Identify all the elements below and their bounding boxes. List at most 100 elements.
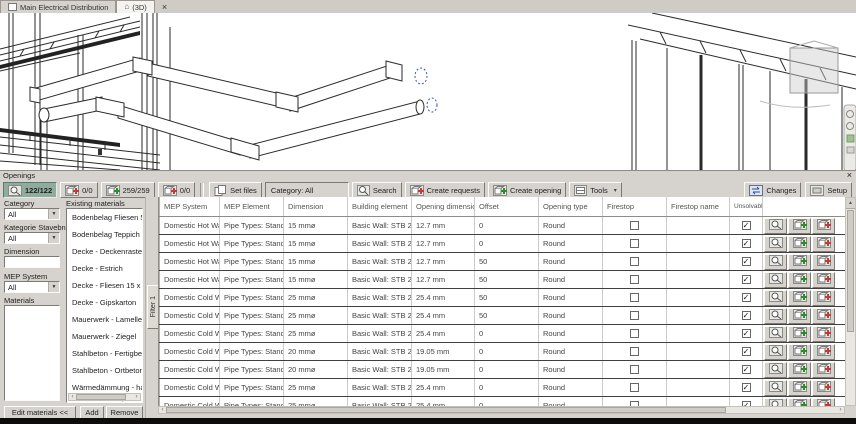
- firestop-checkbox[interactable]: [630, 257, 639, 266]
- scrollbar-thumb[interactable]: [166, 407, 726, 413]
- tab-main-electrical-distribution[interactable]: Main Electrical Distribution: [0, 0, 116, 13]
- material-list-item[interactable]: Stahlbeton - Ortbeton: [67, 362, 142, 379]
- firestop-checkbox[interactable]: [630, 311, 639, 320]
- create-requests-button[interactable]: Create requests: [405, 182, 485, 198]
- table-row[interactable]: Domestic Hot WaterPipe Types: Standard15…: [159, 235, 846, 253]
- zoom-to-opening-button[interactable]: [764, 218, 787, 234]
- zoom-to-opening-button[interactable]: [764, 236, 787, 252]
- create-request-row-button[interactable]: [812, 380, 835, 396]
- material-list-item[interactable]: Bodenbelag Fliesen 50 x 5: [67, 209, 142, 226]
- create-opening-row-button[interactable]: [788, 362, 811, 378]
- tab-close-icon[interactable]: ×: [159, 1, 170, 13]
- create-opening-row-button[interactable]: [788, 308, 811, 324]
- zoom-to-opening-button[interactable]: [764, 362, 787, 378]
- table-row[interactable]: Domestic Cold WatePipe Types: Standard25…: [159, 307, 846, 325]
- unsolvable-checkbox[interactable]: ✓: [742, 275, 751, 284]
- create-request-row-button[interactable]: [812, 308, 835, 324]
- create-opening-row-button[interactable]: [788, 344, 811, 360]
- column-header[interactable]: Opening dimensions: [412, 197, 475, 216]
- column-header[interactable]: Opening type: [539, 197, 603, 216]
- scroll-up-icon[interactable]: ▲: [846, 198, 855, 209]
- firestop-checkbox[interactable]: [630, 275, 639, 284]
- tools-button[interactable]: Tools ▾: [569, 182, 622, 198]
- scroll-right-icon[interactable]: ›: [133, 394, 140, 400]
- table-row[interactable]: Domestic Cold WatePipe Types: Standard25…: [159, 289, 846, 307]
- unsolvable-checkbox[interactable]: ✓: [742, 221, 751, 230]
- create-request-row-button[interactable]: [812, 398, 835, 407]
- zoom-to-opening-button[interactable]: [764, 398, 787, 407]
- create-request-row-button[interactable]: [812, 218, 835, 234]
- firestop-checkbox[interactable]: [630, 383, 639, 392]
- firestop-checkbox[interactable]: [630, 293, 639, 302]
- unsolvable-checkbox[interactable]: ✓: [742, 365, 751, 374]
- material-list-item[interactable]: Bodenbelag Teppich: [67, 226, 142, 243]
- material-list-item[interactable]: Decke - Deckenraster: [67, 243, 142, 260]
- zoom-to-opening-button[interactable]: [764, 344, 787, 360]
- material-list-item[interactable]: Decke - Gipskarton: [67, 294, 142, 311]
- kategorie-select[interactable]: All▼: [4, 232, 60, 244]
- unsolvable-checkbox[interactable]: ✓: [742, 239, 751, 248]
- category-select[interactable]: All▼: [4, 208, 60, 220]
- table-vertical-scrollbar[interactable]: ▲: [845, 197, 856, 406]
- zoom-to-opening-button[interactable]: [764, 326, 787, 342]
- firestop-checkbox[interactable]: [630, 221, 639, 230]
- 3d-viewport[interactable]: [0, 13, 856, 170]
- create-opening-row-button[interactable]: [788, 326, 811, 342]
- create-request-row-button[interactable]: [812, 362, 835, 378]
- tab-3d[interactable]: ⌂ (3D): [116, 0, 154, 13]
- table-row[interactable]: Domestic Hot WaterPipe Types: Standard15…: [159, 217, 846, 235]
- create-opening-row-button[interactable]: [788, 236, 811, 252]
- table-row[interactable]: Domestic Cold WatePipe Types: Standard25…: [159, 379, 846, 397]
- table-row[interactable]: Domestic Cold WatePipe Types: Standard25…: [159, 397, 846, 406]
- panel-close-icon[interactable]: ×: [847, 170, 852, 180]
- firestop-checkbox[interactable]: [630, 239, 639, 248]
- firestop-checkbox[interactable]: [630, 365, 639, 374]
- unsolvable-checkbox[interactable]: ✓: [742, 347, 751, 356]
- firestop-checkbox[interactable]: [630, 329, 639, 338]
- column-header[interactable]: Firestop name: [667, 197, 730, 216]
- scrollbar-thumb[interactable]: [76, 394, 126, 400]
- mep-system-select[interactable]: All▼: [4, 281, 60, 293]
- unsolvable-checkbox[interactable]: ✓: [742, 257, 751, 266]
- create-opening-row-button[interactable]: [788, 380, 811, 396]
- set-files-button[interactable]: Set files: [209, 182, 262, 198]
- material-list-item[interactable]: Decke - Estrich: [67, 260, 142, 277]
- firestop-checkbox[interactable]: [630, 347, 639, 356]
- table-row[interactable]: Domestic Cold WatePipe Types: Standard25…: [159, 325, 846, 343]
- scroll-right-icon[interactable]: ›: [837, 407, 844, 413]
- zoom-to-opening-button[interactable]: [764, 254, 787, 270]
- unsolvable-checkbox[interactable]: ✓: [742, 293, 751, 302]
- search-button[interactable]: Search: [352, 182, 402, 198]
- create-opening-button[interactable]: Create opening: [488, 182, 566, 198]
- unsolvable-checkbox[interactable]: ✓: [742, 329, 751, 338]
- material-list-item[interactable]: Mauerwerk - Ziegel: [67, 328, 142, 345]
- table-row[interactable]: Domestic Hot WaterPipe Types: Standard15…: [159, 253, 846, 271]
- openings-counter-button[interactable]: 122/122: [3, 182, 57, 198]
- table-row[interactable]: Domestic Cold WatePipe Types: Standard20…: [159, 343, 846, 361]
- create-request-row-button[interactable]: [812, 326, 835, 342]
- create-request-row-button[interactable]: [812, 272, 835, 288]
- unsolvable-checkbox[interactable]: ✓: [742, 383, 751, 392]
- create-request-row-button[interactable]: [812, 344, 835, 360]
- zoom-to-opening-button[interactable]: [764, 272, 787, 288]
- column-header[interactable]: MEP Element: [220, 197, 284, 216]
- requests-counter-button[interactable]: 259/259: [101, 182, 155, 198]
- create-opening-row-button[interactable]: [788, 272, 811, 288]
- column-header[interactable]: Dimension: [284, 197, 348, 216]
- zoom-to-opening-button[interactable]: [764, 308, 787, 324]
- table-row[interactable]: Domestic Hot WaterPipe Types: Standard15…: [159, 271, 846, 289]
- material-list-item[interactable]: Stahlbeton - Fertigbeton: [67, 345, 142, 362]
- rejected-counter-button[interactable]: 0/0: [158, 182, 195, 198]
- existing-materials-listbox[interactable]: Bodenbelag Fliesen 50 x 5Bodenbelag Tepp…: [66, 208, 143, 403]
- column-header[interactable]: Offset: [475, 197, 539, 216]
- create-request-row-button[interactable]: [812, 290, 835, 306]
- create-opening-row-button[interactable]: [788, 290, 811, 306]
- column-header[interactable]: Unsolvable: [730, 197, 763, 216]
- zoom-to-opening-button[interactable]: [764, 380, 787, 396]
- create-request-row-button[interactable]: [812, 236, 835, 252]
- unsolvable-checkbox[interactable]: ✓: [742, 311, 751, 320]
- unplaced-counter-button[interactable]: 0/0: [60, 182, 97, 198]
- scroll-left-icon[interactable]: ‹: [69, 394, 76, 400]
- create-opening-row-button[interactable]: [788, 218, 811, 234]
- create-opening-row-button[interactable]: [788, 254, 811, 270]
